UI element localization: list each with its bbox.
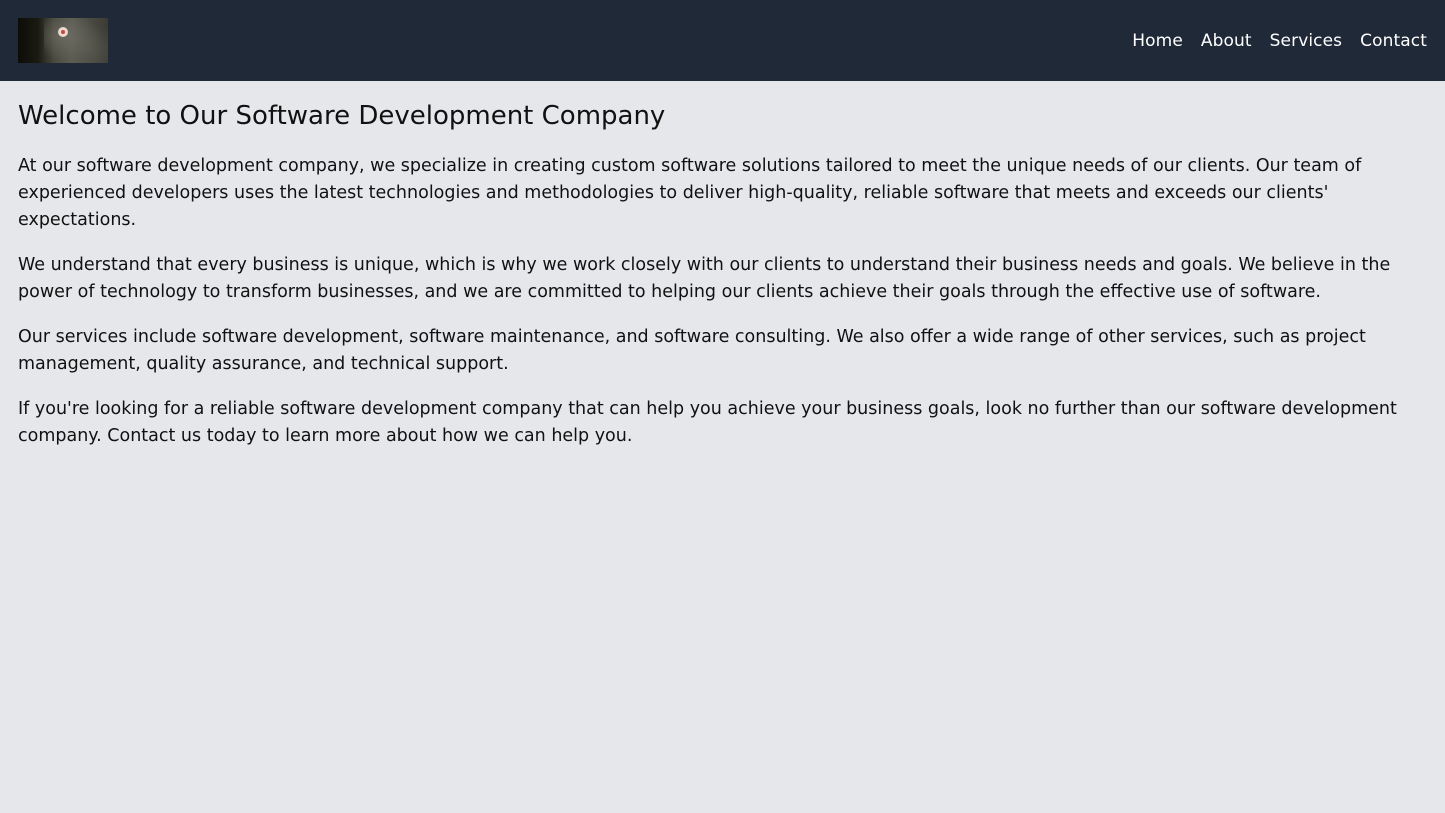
services-paragraph: Our services include software developmen… — [18, 327, 1366, 374]
logo-image[interactable] — [18, 18, 108, 63]
approach-paragraph: We understand that every business is uni… — [18, 255, 1391, 302]
main-content: Welcome to Our Software Development Comp… — [0, 81, 1445, 450]
intro-paragraph: At our software development company, we … — [18, 156, 1362, 230]
nav-link-about[interactable]: About — [1201, 31, 1252, 51]
nav-link-services[interactable]: Services — [1270, 31, 1343, 51]
nav-link-home[interactable]: Home — [1132, 31, 1183, 51]
contact-paragraph: If you're looking for a reliable softwar… — [18, 399, 1397, 446]
nav-link-contact[interactable]: Contact — [1360, 31, 1427, 51]
top-navigation-bar: Home About Services Contact — [0, 0, 1445, 81]
page-title: Welcome to Our Software Development Comp… — [18, 101, 666, 131]
logo-mark-icon — [58, 27, 68, 37]
logo-texture — [44, 18, 108, 63]
main-nav: Home About Services Contact — [1132, 31, 1427, 51]
